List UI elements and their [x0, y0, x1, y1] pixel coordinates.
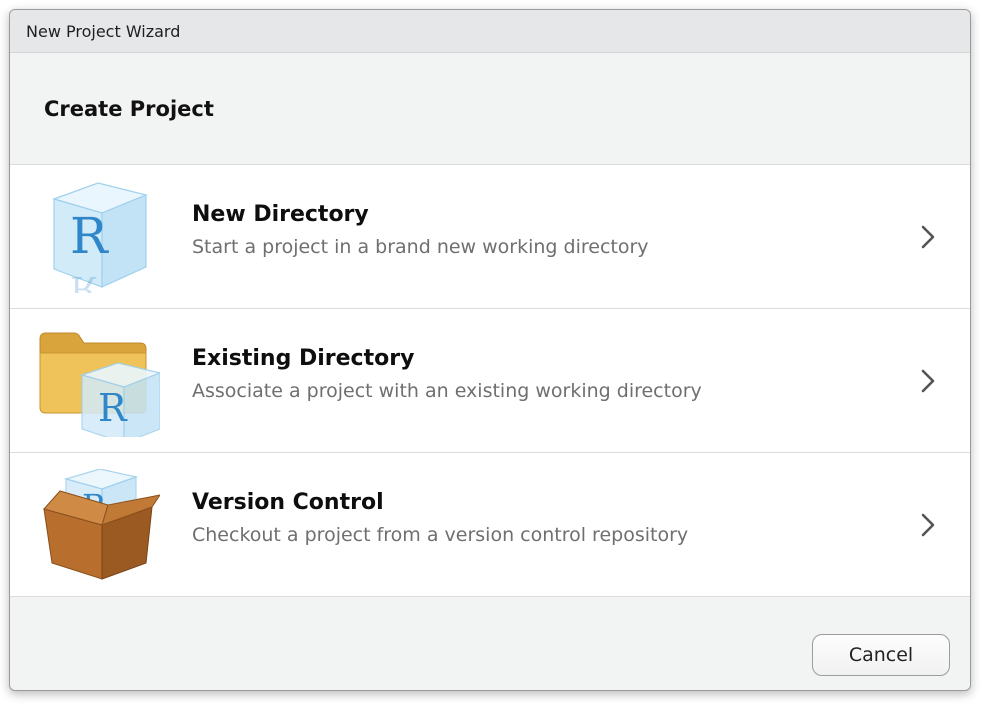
option-title: New Directory [192, 202, 369, 227]
r-cube-icon: R R [52, 182, 148, 293]
dialog-header: Create Project [10, 53, 970, 165]
svg-text:R: R [70, 268, 97, 293]
window-title: New Project Wizard [26, 21, 181, 41]
option-existing-directory[interactable]: R Existing Directory Associate a project… [10, 309, 970, 453]
folder-r-cube-icon: R [39, 332, 160, 437]
option-version-control[interactable]: R Version Control Checkout a project fro… [10, 453, 970, 597]
chevron-right-icon [921, 513, 935, 537]
option-description: Associate a project with an existing wor… [192, 380, 702, 402]
box-r-cube-icon: R [43, 469, 160, 580]
svg-text:R: R [70, 207, 109, 265]
project-options-list: R R New Directory Start a project in a b… [10, 165, 970, 597]
option-title: Existing Directory [192, 346, 415, 371]
window-titlebar[interactable]: New Project Wizard [10, 10, 970, 53]
chevron-right-icon [921, 225, 935, 249]
chevron-right-icon [921, 369, 935, 393]
option-description: Checkout a project from a version contro… [192, 524, 689, 546]
new-project-wizard-dialog: New Project Wizard Create Project R R Ne… [9, 9, 971, 691]
cancel-button[interactable]: Cancel [812, 634, 950, 676]
dialog-footer: Cancel [10, 598, 970, 690]
page-title: Create Project [44, 96, 214, 121]
option-title: Version Control [192, 490, 384, 515]
svg-text:R: R [98, 386, 128, 430]
option-description: Start a project in a brand new working d… [192, 236, 649, 258]
option-new-directory[interactable]: R R New Directory Start a project in a b… [10, 165, 970, 309]
